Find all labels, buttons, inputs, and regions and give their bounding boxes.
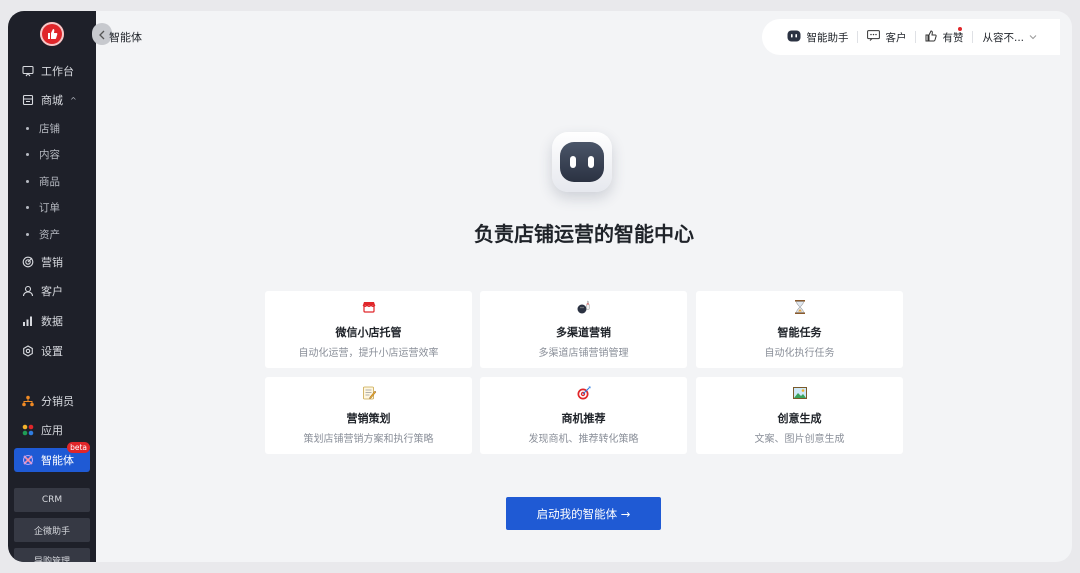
beta-badge: beta: [67, 442, 90, 453]
logo-area: [8, 11, 96, 55]
sidebar-subitem-content[interactable]: 内容: [14, 143, 90, 165]
tool-label: 企微助手: [33, 526, 70, 537]
bullet-icon: [26, 126, 29, 130]
card-title: 商机推荐: [561, 412, 606, 425]
sidebar-item-label: 数据: [41, 315, 63, 328]
like-label: 有赞: [942, 31, 964, 44]
sidebar-item-label: 商城: [41, 94, 63, 107]
sidebar-item-label: 营销: [41, 256, 63, 269]
chevron-left-icon: [98, 25, 106, 44]
sidebar-item-customers[interactable]: 客户: [14, 279, 90, 303]
sidebar: 工作台 商城 ^ 店铺 内容 商品 订单 资产 营销 客户 数据 设置 分销员 …: [8, 11, 96, 562]
breadcrumb: 智能体: [109, 31, 142, 44]
card-title: 智能任务: [777, 326, 822, 339]
sidebar-subitem-label: 店铺: [39, 122, 60, 135]
sidebar-item-label: 应用: [41, 424, 63, 437]
tool-crm-button[interactable]: CRM: [14, 488, 90, 512]
sidebar-item-label: 设置: [41, 345, 63, 358]
chevron-down-icon: [1029, 31, 1037, 43]
bullet-icon: [26, 179, 29, 183]
sidebar-subitem-label: 内容: [39, 148, 60, 161]
sidebar-item-distributors[interactable]: 分销员: [14, 389, 90, 413]
page-title: 负责店铺运营的智能中心: [474, 222, 694, 246]
user-icon: [22, 285, 34, 297]
topbar: 智能体 智能助手 客户 有赞 从容不...: [92, 11, 1072, 61]
feature-card-creative[interactable]: 创意生成 文案、图片创意生成: [696, 377, 903, 454]
robot-eye: [570, 156, 576, 168]
robot-icon: [787, 30, 801, 45]
youzan-like-button[interactable]: 有赞: [916, 26, 972, 45]
store-icon: [22, 94, 34, 106]
feature-card-opportunity[interactable]: 商机推荐 发现商机、推荐转化策略: [480, 377, 687, 454]
robot-eye: [588, 156, 594, 168]
card-title: 创意生成: [777, 412, 822, 425]
feature-card-smart-tasks[interactable]: 智能任务 自动化执行任务: [696, 291, 903, 368]
tool-label: 导购管理: [33, 556, 70, 563]
sidebar-item-agent[interactable]: 智能体 beta: [14, 442, 90, 472]
card-title: 多渠道营销: [556, 326, 611, 339]
shop-awning-icon: [265, 299, 472, 315]
sidebar-subitem-orders[interactable]: 订单: [14, 196, 90, 218]
smart-assistant-button[interactable]: 智能助手: [778, 30, 857, 45]
agent-icon: [22, 454, 34, 466]
feature-card-marketing-plan[interactable]: 营销策划 策划店铺营销方案和执行策略: [265, 377, 472, 454]
brand-logo-icon[interactable]: [40, 22, 64, 46]
tool-shopping-guide-button[interactable]: 导购管理: [14, 548, 90, 562]
gear-icon: [22, 345, 34, 357]
sidebar-item-label: 工作台: [41, 65, 74, 78]
card-description: 策划店铺营销方案和执行策略: [303, 434, 434, 445]
card-description: 发现商机、推荐转化策略: [528, 434, 639, 445]
card-title: 营销策划: [346, 412, 391, 425]
memo-icon: [265, 385, 472, 401]
customer-label: 客户: [885, 31, 907, 44]
sidebar-item-settings[interactable]: 设置: [14, 339, 90, 363]
target-icon: [22, 256, 34, 268]
chat-icon: [867, 30, 881, 44]
sidebar-item-workbench[interactable]: 工作台: [14, 59, 90, 83]
sidebar-subitem-shop[interactable]: 店铺: [14, 117, 90, 139]
sidebar-item-label: 客户: [41, 285, 63, 298]
apps-icon: [22, 424, 34, 436]
dart-target-icon: [480, 385, 687, 401]
card-description: 自动化运营，提升小店运营效率: [298, 348, 439, 359]
card-description: 文案、图片创意生成: [754, 434, 845, 445]
agent-robot-icon: [552, 132, 612, 192]
bullet-icon: [26, 152, 29, 156]
robot-face: [560, 142, 604, 182]
feature-card-wechat-store[interactable]: 微信小店托管 自动化运营，提升小店运营效率: [265, 291, 472, 368]
hourglass-icon: [696, 299, 903, 315]
thumbs-up-icon: [925, 29, 938, 45]
sidebar-item-label: 分销员: [41, 395, 74, 408]
smart-assistant-label: 智能助手: [806, 31, 849, 44]
sidebar-subitem-label: 订单: [39, 201, 60, 214]
sidebar-item-data[interactable]: 数据: [14, 309, 90, 333]
account-label: 从容不...: [982, 31, 1024, 44]
hierarchy-icon: [22, 395, 34, 407]
tool-label: CRM: [41, 495, 63, 505]
card-title: 微信小店托管: [335, 326, 402, 339]
bullet-icon: [26, 205, 29, 209]
bowling-icon: [480, 299, 687, 315]
bar-chart-icon: [22, 315, 34, 327]
card-description: 多渠道店铺营销管理: [538, 348, 629, 359]
chevron-up-icon: ^: [70, 95, 77, 105]
sidebar-item-label: 智能体: [41, 454, 74, 467]
workbench-icon: [22, 65, 34, 77]
sidebar-subitem-label: 商品: [39, 175, 60, 188]
top-toolbar: 智能助手 客户 有赞 从容不...: [762, 19, 1060, 55]
sidebar-item-apps[interactable]: 应用: [14, 418, 90, 442]
tool-wecom-assistant-button[interactable]: 企微助手: [14, 518, 90, 542]
sidebar-item-store[interactable]: 商城 ^: [14, 88, 90, 112]
app-window: 工作台 商城 ^ 店铺 内容 商品 订单 资产 营销 客户 数据 设置 分销员 …: [8, 11, 1072, 562]
picture-icon: [696, 385, 903, 401]
card-description: 自动化执行任务: [764, 348, 835, 359]
sidebar-subitem-goods[interactable]: 商品: [14, 170, 90, 192]
feature-card-multichannel[interactable]: 多渠道营销 多渠道店铺营销管理: [480, 291, 687, 368]
account-menu[interactable]: 从容不...: [973, 30, 1046, 45]
customer-service-button[interactable]: 客户: [858, 30, 915, 45]
sidebar-item-marketing[interactable]: 营销: [14, 250, 90, 274]
start-agent-button[interactable]: 启动我的智能体 →: [506, 497, 661, 530]
